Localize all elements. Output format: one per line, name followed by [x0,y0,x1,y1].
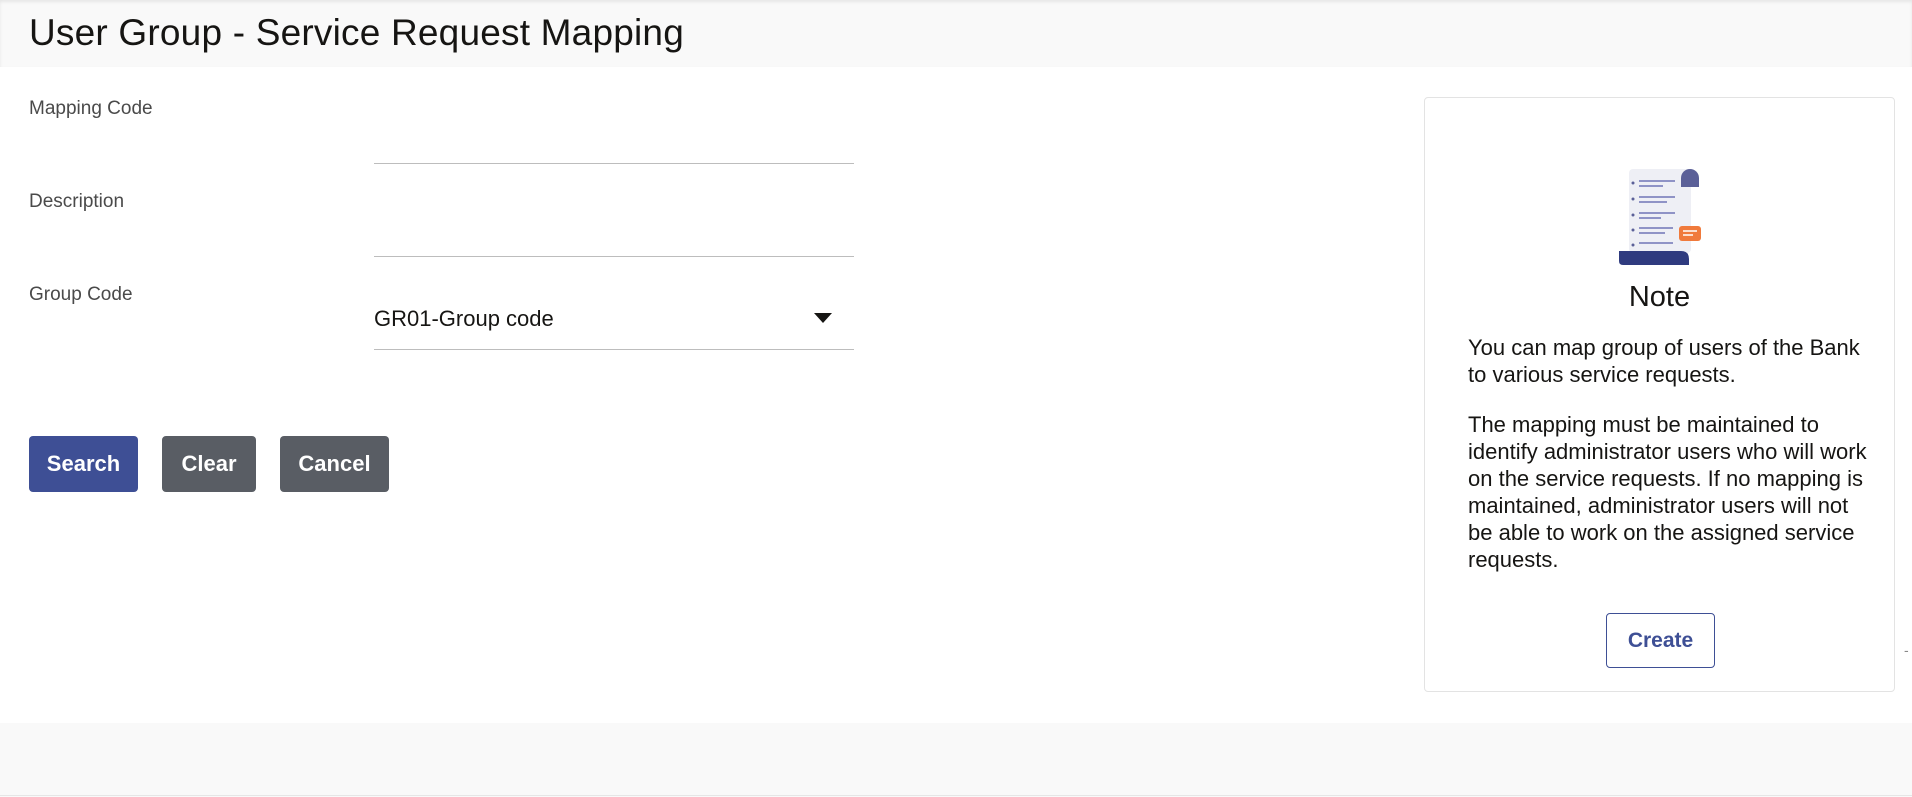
page-header: User Group - Service Request Mapping [0,0,1912,67]
page-title: User Group - Service Request Mapping [29,12,684,53]
description-input[interactable] [374,211,854,257]
cancel-button[interactable]: Cancel [280,436,389,492]
footer-divider [0,795,1912,796]
group-code-selected-value: GR01-Group code [374,306,554,331]
create-button[interactable]: Create [1606,613,1715,668]
search-button[interactable]: Search [29,436,138,492]
note-card: Note You can map group of users of the B… [1424,97,1895,692]
mapping-code-label: Mapping Code [29,98,153,119]
note-paragraph-2: The mapping must be maintained to identi… [1468,412,1867,572]
description-label: Description [29,191,125,212]
group-code-label: Group Code [29,284,133,305]
group-code-select[interactable]: GR01-Group code [374,298,854,350]
document-list-icon [1619,169,1701,265]
chevron-down-icon [814,313,832,323]
page-footer [0,723,1912,797]
mapping-code-input[interactable] [374,118,854,164]
edge-marker: - [1904,642,1909,658]
note-paragraph-1: You can map group of users of the Bank t… [1468,335,1860,387]
note-title: Note [1628,281,1691,313]
clear-button[interactable]: Clear [162,436,256,492]
